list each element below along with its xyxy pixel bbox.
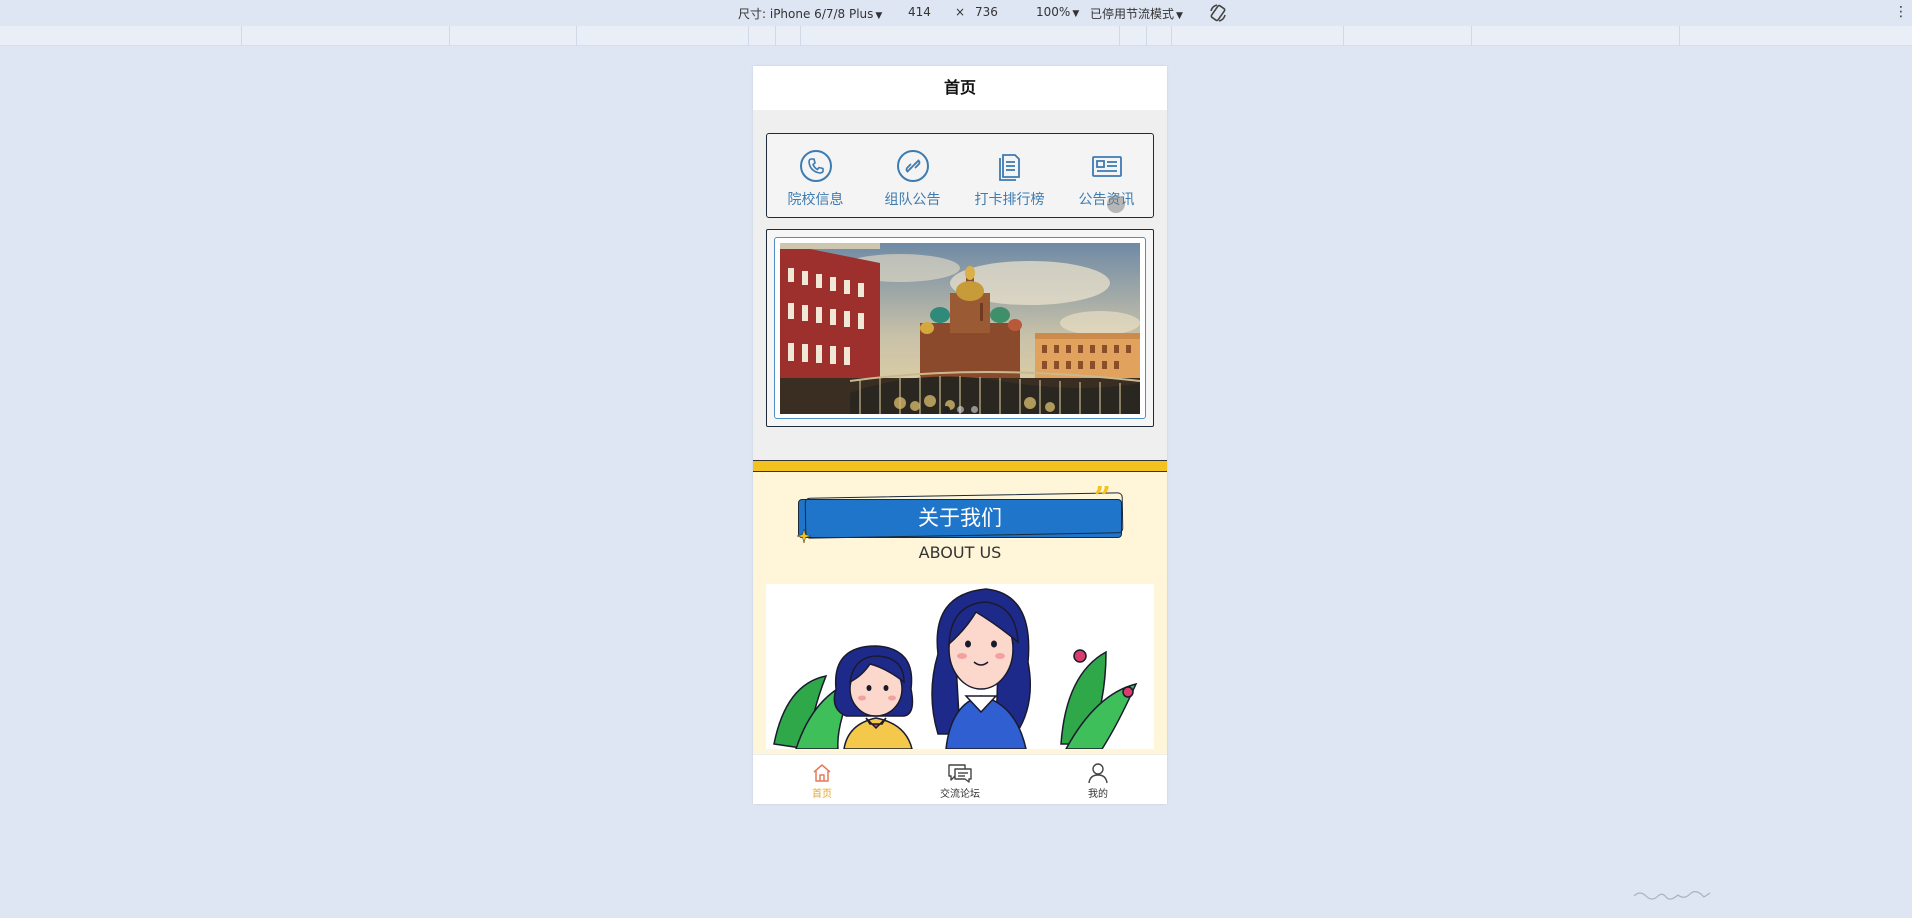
about-title-banner: ” 关于我们 — [797, 484, 1124, 543]
user-icon — [1088, 763, 1108, 784]
ruler-tick — [748, 26, 749, 46]
kebab-icon[interactable]: ⋮ — [1894, 4, 1908, 20]
section-divider — [753, 460, 1167, 472]
phone-viewport: 首页 院校信息 组队公告 打卡排行榜 公告资讯 ” 关于我们 ABOUT US … — [753, 66, 1167, 804]
menu-item-college-info[interactable]: 院校信息 — [767, 142, 864, 212]
carousel-dot[interactable] — [957, 406, 964, 413]
banner-carousel[interactable] — [766, 229, 1154, 427]
tab-mine[interactable]: 我的 — [1029, 762, 1167, 800]
throttle-selector[interactable]: 已停用节流模式 ▼ — [1090, 5, 1183, 22]
about-title-text: 关于我们 — [918, 506, 1002, 530]
chevron-down-icon: ▼ — [1072, 9, 1080, 19]
home-icon — [813, 764, 831, 782]
touch-ripple — [1107, 195, 1125, 213]
chevron-down-icon: ▼ — [1176, 11, 1183, 21]
ruler-tick — [1471, 26, 1472, 46]
throttle-label: 已停用节流模式 — [1090, 7, 1175, 21]
zoom-label: 100% — [1036, 5, 1071, 19]
devtools-toolbar: 尺寸: iPhone 6/7/8 Plus ▼ 414 × 736 100% ▼ 已… — [0, 0, 1912, 26]
carousel-dot[interactable] — [971, 406, 978, 413]
bottom-tabbar: 首页 交流论坛 我的 — [753, 754, 1167, 804]
menu-item-label: 打卡排行榜 — [974, 192, 1045, 208]
carousel-dot-active[interactable] — [943, 406, 950, 413]
ruler-tick — [1343, 26, 1344, 46]
about-illustration — [766, 584, 1154, 749]
page-title: 首页 — [753, 66, 1167, 110]
sparkle-icon — [797, 529, 811, 543]
ruler-tick — [449, 26, 450, 46]
quote-icon: ” — [1093, 481, 1111, 516]
banner-image[interactable] — [780, 243, 1140, 414]
quick-menu: 院校信息 组队公告 打卡排行榜 公告资讯 — [766, 133, 1154, 218]
tab-forum[interactable]: 交流论坛 — [891, 762, 1029, 800]
zoom-selector[interactable]: 100% ▼ — [1036, 5, 1079, 19]
document-icon — [998, 154, 1020, 181]
phone-icon — [799, 150, 832, 182]
about-subtitle: ABOUT US — [918, 543, 1002, 562]
news-icon — [1091, 156, 1122, 177]
ruler-tick — [775, 26, 776, 46]
menu-item-team-notice[interactable]: 组队公告 — [864, 142, 961, 212]
ruler-tick — [1146, 26, 1147, 46]
device-ruler — [0, 26, 1912, 46]
device-label: 尺寸: iPhone 6/7/8 Plus — [738, 7, 874, 21]
menu-item-label: 组队公告 — [884, 192, 941, 208]
chevron-down-icon: ▼ — [875, 11, 883, 21]
tab-label: 我的 — [1088, 789, 1108, 800]
width-input[interactable]: 414 — [908, 5, 931, 19]
ruler-tick — [1679, 26, 1680, 46]
tab-label: 交流论坛 — [940, 789, 980, 800]
ruler-tick — [1171, 26, 1172, 46]
tab-home[interactable]: 首页 — [753, 762, 891, 800]
rotate-icon[interactable] — [1208, 3, 1228, 23]
tab-label: 首页 — [812, 789, 832, 800]
ruler-tick — [576, 26, 577, 46]
times-sign: × — [955, 5, 966, 19]
menu-item-label: 院校信息 — [787, 192, 844, 208]
menu-item-checkin-ranking[interactable]: 打卡排行榜 — [961, 142, 1058, 212]
about-section: ” 关于我们 ABOUT US — [753, 472, 1167, 762]
ruler-tick — [1119, 26, 1120, 46]
chat-icon — [948, 764, 972, 783]
height-input[interactable]: 736 — [975, 5, 998, 19]
link-icon — [896, 150, 929, 182]
family-illustration — [766, 584, 1154, 749]
banner-inner-frame — [774, 237, 1146, 419]
ruler-tick — [800, 26, 801, 46]
device-selector[interactable]: 尺寸: iPhone 6/7/8 Plus ▼ — [738, 5, 882, 22]
ruler-tick — [241, 26, 242, 46]
watermark-signature — [1633, 891, 1711, 900]
